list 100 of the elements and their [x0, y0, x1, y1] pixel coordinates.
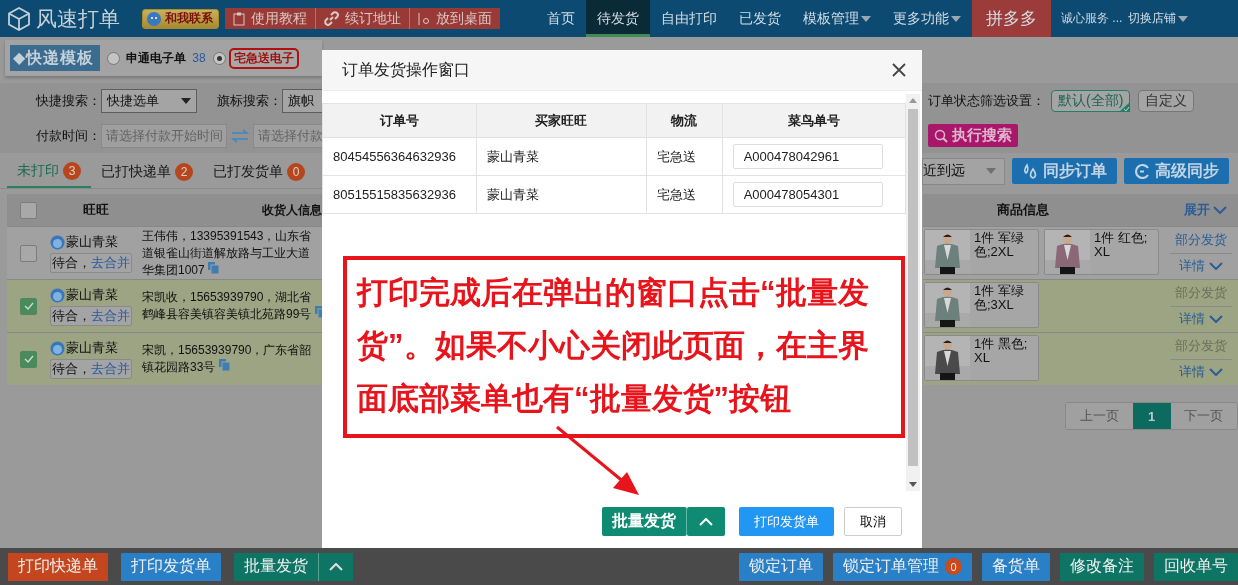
radio-button[interactable] — [212, 51, 226, 65]
select-field[interactable]: 快捷选单 — [101, 88, 197, 113]
caret-icon — [181, 97, 191, 104]
radio-label[interactable]: 申通电子单 — [123, 49, 190, 67]
annotation-text: 打印完成后在弹出的窗口点击“批量发货”。如果不小心关闭此页面，在主界面底部菜单也有“批量发货”按钮 — [343, 256, 905, 438]
select-field[interactable]: 旗帜 — [282, 88, 322, 113]
status-tab[interactable]: 已打发货单 0 — [203, 156, 315, 188]
merge-link[interactable]: 去合并 — [91, 254, 130, 272]
buyer-name[interactable]: 蒙山青菜 — [66, 233, 118, 251]
toolbar-button[interactable]: 使用教程 — [225, 8, 316, 29]
field-label: 快捷搜索： — [36, 91, 101, 110]
product-card[interactable]: 1件 军绿色;3XL — [924, 282, 1039, 328]
address-text: 鹤峰县容美镇容美镇北苑路99号 — [142, 307, 312, 321]
product-card[interactable]: 1件 黑色;XL — [924, 335, 1039, 381]
contact-button[interactable]: 和我联系 — [142, 8, 219, 29]
merge-link[interactable]: 去合并 — [91, 307, 130, 325]
link-icon — [324, 11, 339, 26]
toolbar-button[interactable]: 备货单 — [982, 552, 1050, 581]
search-button[interactable]: 执行搜索 — [928, 124, 1018, 147]
toolbar-button[interactable]: 打印发货单 — [121, 552, 221, 581]
filter-button[interactable]: 默认(全部) — [1051, 89, 1131, 112]
radio-label[interactable]: 宅急送电子 — [228, 47, 299, 69]
sort-select[interactable]: 近到远 — [922, 157, 1005, 185]
platform-tab[interactable]: 拼多多 — [972, 0, 1051, 37]
field-label: 旗标搜索： — [217, 91, 282, 110]
clipboard-icon — [233, 11, 245, 26]
checkbox[interactable] — [20, 244, 37, 262]
buyer-name[interactable]: 蒙山青菜 — [66, 286, 118, 304]
cancel-button[interactable]: 取消 — [844, 507, 902, 536]
toolbar-button[interactable]: 批量发货 — [234, 552, 318, 581]
scroll-up-icon[interactable] — [909, 98, 917, 103]
chevron-up-icon — [329, 562, 343, 571]
partial-ship-button[interactable]: 部分发货 — [1175, 227, 1227, 253]
column-header: 订单号 — [380, 112, 420, 128]
address-text: 王伟伟，13395391543，山东省 — [142, 228, 312, 243]
merge-status: 待合， — [52, 254, 91, 272]
count-badge: 2 — [175, 163, 193, 181]
chevron-down-icon — [1209, 368, 1223, 376]
radio-button[interactable] — [107, 51, 121, 65]
chevron-down-icon — [1209, 262, 1223, 270]
caret-icon — [861, 15, 871, 22]
caret-icon — [986, 168, 996, 174]
address-text: 宋凯收，15653939790，湖北省 — [142, 290, 312, 304]
checkbox[interactable] — [20, 201, 37, 219]
scrollbar[interactable] — [906, 94, 920, 491]
switch-shop-menu[interactable]: 切换店铺 — [1128, 10, 1189, 27]
check-icon — [23, 302, 34, 310]
shop-name: 诚心服务 ... — [1061, 10, 1123, 27]
input-field[interactable]: A000478054301 — [732, 182, 883, 207]
product-card[interactable]: 1件 军绿色;2XL — [924, 229, 1039, 275]
status-tab[interactable]: 已打快递单 2 — [91, 156, 203, 188]
checkbox[interactable] — [20, 350, 37, 368]
toolbar-button[interactable]: 打印快递单 — [8, 552, 108, 581]
column-header: 菜鸟单号 — [787, 112, 840, 128]
checkbox[interactable] — [20, 297, 37, 315]
toolbar-button[interactable]: 放到桌面 — [410, 8, 500, 29]
sync-button[interactable]: 高级同步 — [1124, 158, 1229, 184]
table-cell: 80515515835632936 — [322, 175, 477, 214]
field-label: 付款时间： — [36, 126, 101, 145]
nav-tab[interactable]: 首页 — [536, 0, 586, 37]
column-header: 旺旺 — [83, 202, 109, 217]
filter-button[interactable]: 自定义 — [1138, 89, 1195, 112]
nav-tab[interactable]: 更多功能 — [882, 0, 972, 37]
scroll-down-icon[interactable] — [909, 482, 917, 487]
print-button[interactable]: 打印发货单 — [739, 507, 834, 536]
input-field[interactable]: A000478042961 — [732, 144, 883, 169]
check-icon — [23, 355, 34, 363]
chevron-up-icon — [699, 517, 713, 526]
toolbar-button[interactable]: 续订地址 — [316, 8, 410, 29]
nav-tab[interactable]: 自由打印 — [650, 0, 728, 37]
product-card[interactable]: 1件 红色;XL — [1044, 229, 1159, 275]
details-button[interactable]: 详情 — [1179, 253, 1223, 279]
column-header: 买家旺旺 — [535, 112, 588, 128]
table-cell: 宅急送 — [646, 175, 723, 214]
chevron-down-icon — [1213, 206, 1227, 214]
nav-tab[interactable]: 模板管理 — [792, 0, 882, 37]
ship-button[interactable]: 批量发货 — [602, 507, 687, 536]
table-cell: 蒙山青菜 — [476, 175, 647, 214]
nav-tab[interactable]: 已发货 — [728, 0, 792, 37]
buyer-name[interactable]: 蒙山青菜 — [66, 339, 118, 357]
table-cell: 宅急送 — [646, 137, 723, 176]
details-button[interactable]: 详情 — [1179, 306, 1223, 332]
sync-button[interactable]: 同步订单 — [1012, 158, 1117, 184]
close-button[interactable] — [892, 63, 906, 77]
toolbar-button[interactable]: 锁定订单 — [739, 552, 823, 581]
address-text: 宋凯，15653939790，广东省韶 — [142, 343, 312, 357]
dialog-title: 订单发货操作窗口 — [342, 59, 470, 80]
chevron-down-icon — [1209, 315, 1223, 323]
dropdown-button[interactable] — [687, 507, 725, 536]
toolbar-button[interactable]: 锁定订单管理 0 — [833, 552, 972, 581]
toolbar-button[interactable]: 回收单号 — [1154, 552, 1238, 581]
desktop-icon — [418, 11, 430, 26]
dropdown-button[interactable] — [318, 552, 353, 581]
column-header: 物流 — [671, 112, 698, 128]
status-tab[interactable]: 未打印 3 — [7, 156, 91, 188]
merge-link[interactable]: 去合并 — [91, 360, 130, 378]
nav-tab[interactable]: 待发货 — [586, 0, 650, 37]
page-button[interactable]: 1 — [1132, 403, 1171, 429]
details-button[interactable]: 详情 — [1179, 359, 1223, 385]
toolbar-button[interactable]: 修改备注 — [1060, 552, 1144, 581]
